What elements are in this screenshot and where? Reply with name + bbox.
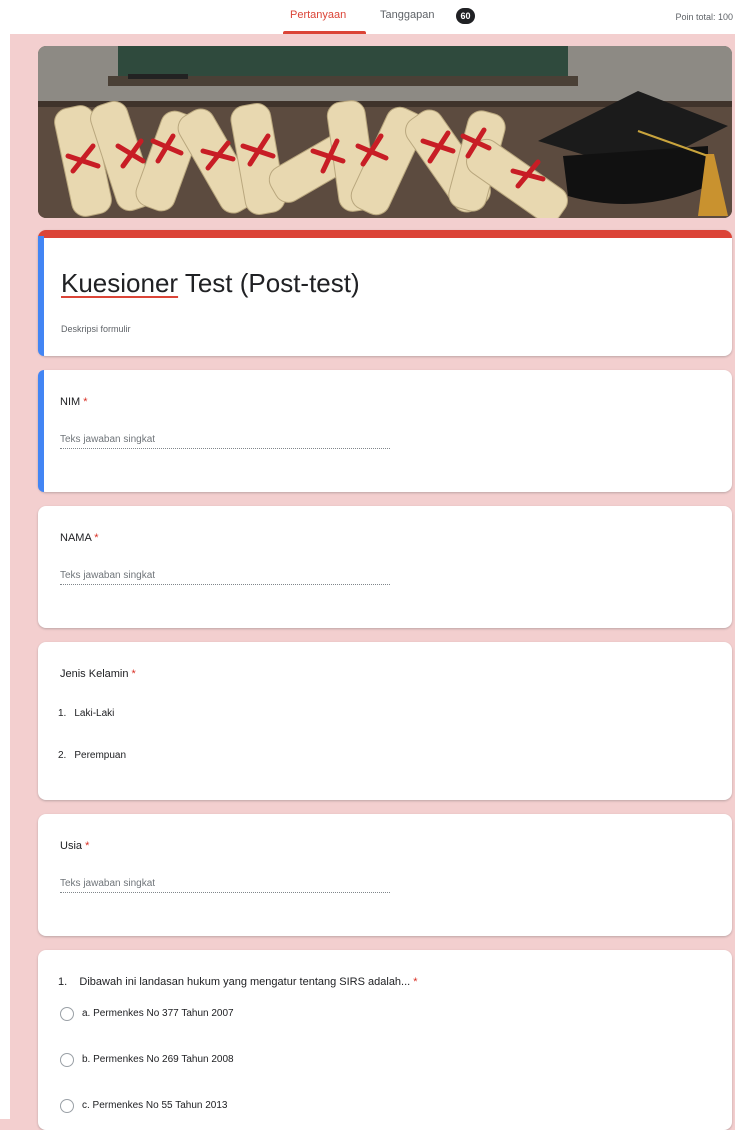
option-text: a. Permenkes No 377 Tahun 2007 — [82, 1008, 234, 1019]
question-label: NAMA * — [60, 532, 99, 544]
option-text: b. Permenkes No 269 Tahun 2008 — [82, 1054, 234, 1065]
responses-count-badge: 60 — [456, 8, 475, 24]
header-banner-image — [38, 46, 732, 218]
question-card-jenis-kelamin[interactable]: Jenis Kelamin * 1. Laki-Laki 2. Perempuan — [38, 642, 732, 800]
left-edge-strip — [0, 34, 10, 1119]
required-asterisk: * — [85, 840, 90, 852]
option-text: Perempuan — [74, 750, 127, 761]
top-bar: Pertanyaan Tanggapan 60 Poin total: 100 — [0, 0, 735, 34]
form-description[interactable]: Deskripsi formulir — [61, 324, 131, 334]
active-card-indicator — [38, 370, 44, 492]
question-card-nama[interactable]: NAMA * Teks jawaban singkat — [38, 506, 732, 628]
form-title-card: Kuesioner Test (Post-test) Deskripsi for… — [38, 230, 732, 356]
required-asterisk: * — [83, 396, 88, 408]
tab-questions[interactable]: Pertanyaan — [290, 9, 346, 21]
short-answer-placeholder: Teks jawaban singkat — [60, 570, 390, 585]
question-title: Jenis Kelamin — [60, 668, 129, 680]
radio-button[interactable] — [60, 1007, 74, 1021]
question-title: NAMA — [60, 532, 92, 544]
option-number: 2. — [58, 750, 67, 761]
form-title-rest: Test (Post-test) — [178, 268, 360, 298]
list-option[interactable]: 2. Perempuan — [58, 750, 126, 761]
question-label: NIM * — [60, 396, 88, 408]
total-points: Poin total: 100 — [675, 12, 733, 22]
question-title: 1. Dibawah ini landasan hukum yang menga… — [58, 976, 411, 988]
question-card-usia[interactable]: Usia * Teks jawaban singkat — [38, 814, 732, 936]
radio-button[interactable] — [60, 1053, 74, 1067]
radio-button[interactable] — [60, 1099, 74, 1113]
required-asterisk: * — [413, 976, 418, 988]
option-text: c. Permenkes No 55 Tahun 2013 — [82, 1100, 228, 1111]
question-card-nim[interactable]: NIM * Teks jawaban singkat — [38, 370, 732, 492]
question-card-sirs[interactable]: 1. Dibawah ini landasan hukum yang menga… — [38, 950, 732, 1130]
list-option[interactable]: 1. Laki-Laki — [58, 708, 114, 719]
question-label: 1. Dibawah ini landasan hukum yang menga… — [58, 976, 418, 988]
option-text: Laki-Laki — [74, 708, 115, 719]
question-title: NIM — [60, 396, 81, 408]
short-answer-placeholder: Teks jawaban singkat — [60, 434, 390, 449]
question-label: Usia * — [60, 840, 89, 852]
required-asterisk: * — [131, 668, 136, 680]
tab-responses[interactable]: Tanggapan — [380, 9, 434, 21]
required-asterisk: * — [94, 532, 99, 544]
active-card-indicator — [38, 236, 44, 356]
question-title: Usia — [60, 840, 83, 852]
form-title-first-word: Kuesioner — [61, 268, 179, 298]
short-answer-placeholder: Teks jawaban singkat — [60, 878, 390, 893]
active-tab-indicator — [283, 31, 366, 34]
question-label: Jenis Kelamin * — [60, 668, 136, 680]
option-number: 1. — [58, 708, 67, 719]
form-title[interactable]: Kuesioner Test (Post-test) — [61, 268, 360, 299]
